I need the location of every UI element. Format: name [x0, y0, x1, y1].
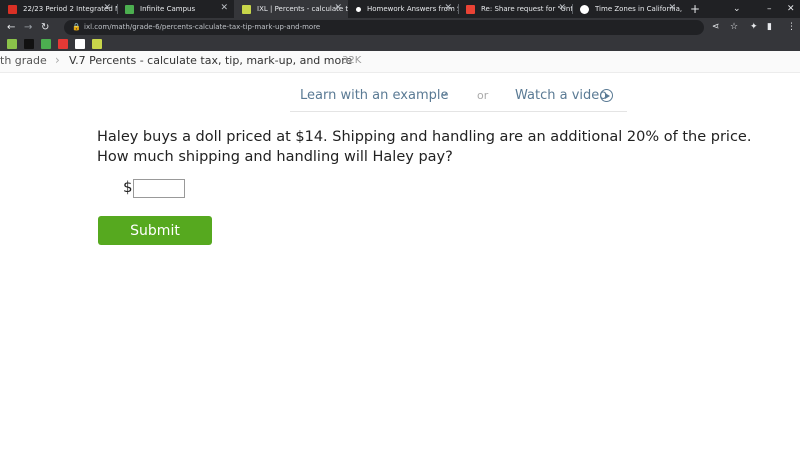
address-bar[interactable]: 🔒 ixl.com/math/grade-6/percents-calculat…: [64, 20, 704, 35]
tab-time-zones[interactable]: Time Zones in California, U ✕: [572, 0, 682, 18]
campus-favicon-icon: [125, 4, 134, 14]
lock-icon: 🔒: [72, 23, 81, 31]
back-icon[interactable]: ←: [7, 18, 15, 37]
breadcrumb: th grade › V.7 Percents - calculate tax,…: [0, 51, 800, 73]
play-icon[interactable]: [600, 89, 613, 102]
share-icon[interactable]: ⋖: [712, 18, 720, 37]
breadcrumb-skill: V.7 Percents - calculate tax, tip, mark-…: [69, 54, 353, 67]
new-tab-button[interactable]: +: [690, 0, 700, 18]
practice-count: 32K: [342, 55, 362, 66]
ixl-favicon-icon: [242, 4, 251, 14]
extensions-icon[interactable]: ✦: [750, 18, 758, 37]
tab-bar: 22/23 Period 2 Integrated M ✕ Infinite C…: [0, 0, 800, 18]
submit-button[interactable]: Submit: [98, 216, 212, 245]
tab-homework-answers[interactable]: Homework Answers from S ✕: [348, 0, 458, 18]
close-icon[interactable]: ✕: [103, 3, 111, 13]
watch-video-link[interactable]: Watch a video: [515, 88, 607, 103]
bookmark-icon[interactable]: [58, 39, 68, 49]
close-icon[interactable]: ✕: [668, 3, 676, 13]
tab-ixl[interactable]: IXL | Percents - calculate ta ✕: [234, 0, 348, 18]
bookmark-icon[interactable]: [92, 39, 102, 49]
bookmark-icon[interactable]: [24, 39, 34, 49]
globe-favicon-icon: [580, 4, 589, 14]
sidepanel-icon[interactable]: ▮: [767, 18, 772, 37]
minimize-icon[interactable]: –: [767, 0, 772, 18]
url-text: ixl.com/math/grade-6/percents-calculate-…: [84, 23, 321, 31]
question-text: Haley buys a doll priced at $14. Shippin…: [97, 127, 787, 167]
tab-gmail[interactable]: Re: Share request for "Untitl ✕: [458, 0, 572, 18]
close-icon[interactable]: ✕: [334, 3, 342, 13]
browser-toolbar: ← → ↻ 🔒 ixl.com/math/grade-6/percents-ca…: [0, 18, 800, 37]
bookmark-star-icon[interactable]: ☆: [730, 18, 738, 37]
question-line-1: Haley buys a doll priced at $14. Shippin…: [97, 129, 752, 145]
close-icon[interactable]: ✕: [220, 3, 228, 13]
chevron-down-icon[interactable]: ⌄: [439, 85, 449, 99]
currency-symbol: $: [123, 178, 133, 196]
bookmark-icon[interactable]: [75, 39, 85, 49]
menu-dots-icon[interactable]: ⋮: [787, 18, 796, 37]
breadcrumb-grade[interactable]: th grade: [0, 54, 47, 67]
close-window-icon[interactable]: ✕: [787, 0, 795, 18]
learn-with-example-link[interactable]: Learn with an example: [300, 88, 448, 103]
forward-icon[interactable]: →: [24, 18, 32, 37]
reload-icon[interactable]: ↻: [41, 18, 49, 37]
tab-search-chevron-icon[interactable]: ⌄: [733, 0, 741, 18]
classroom-favicon-icon: [8, 4, 17, 14]
or-label: or: [477, 89, 489, 102]
chevron-right-icon: ›: [55, 53, 60, 67]
close-icon[interactable]: ✕: [558, 3, 566, 13]
bookmarks-bar: [0, 37, 800, 51]
help-bar: Learn with an example ⌄ or Watch a video: [290, 84, 627, 112]
dot-favicon-icon: [356, 6, 361, 12]
tab-infinite-campus[interactable]: Infinite Campus ✕: [117, 0, 234, 18]
answer-input[interactable]: [133, 179, 185, 198]
close-icon[interactable]: ✕: [444, 3, 452, 13]
question-line-2: How much shipping and handling will Hale…: [97, 149, 453, 165]
bookmark-icon[interactable]: [7, 39, 17, 49]
bookmark-icon[interactable]: [41, 39, 51, 49]
tab-period2[interactable]: 22/23 Period 2 Integrated M ✕: [0, 0, 117, 18]
gmail-favicon-icon: [466, 4, 475, 14]
